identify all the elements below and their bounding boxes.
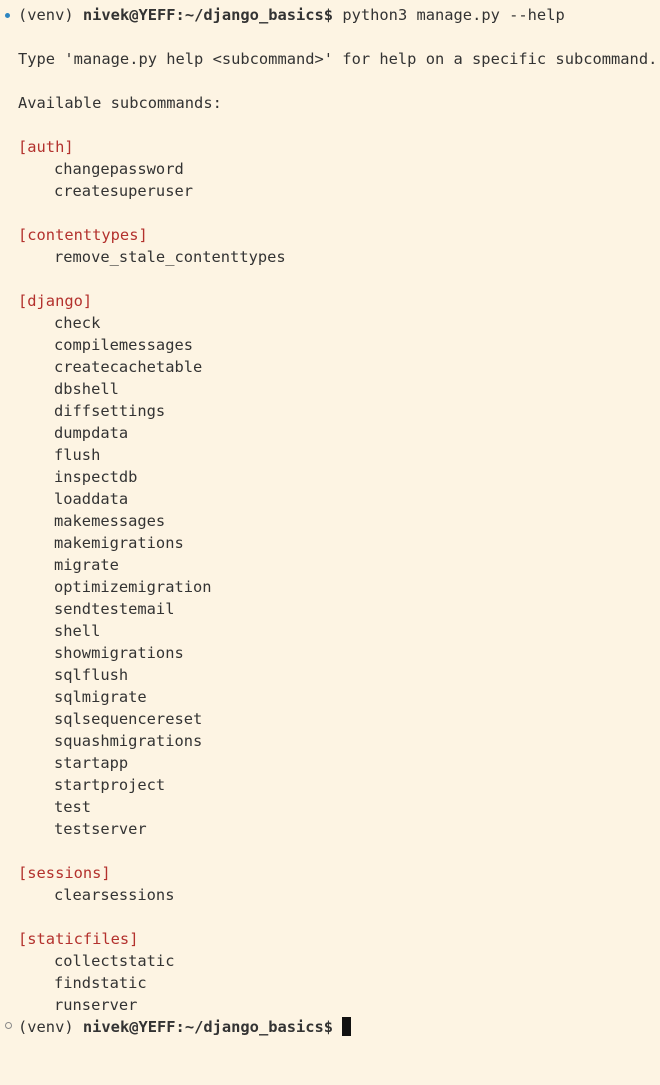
terminal-output[interactable]: (venv) nivek@YEFF:~/django_basics$ pytho… (0, 0, 660, 1085)
subcommand: sqlmigrate (54, 688, 147, 706)
subcommand: remove_stale_contenttypes (54, 248, 286, 266)
venv-label: (venv) (18, 6, 83, 24)
subcommand: migrate (54, 556, 119, 574)
command-line: (venv) nivek@YEFF:~/django_basics$ pytho… (18, 4, 565, 26)
subcommand: dumpdata (54, 424, 129, 442)
command-pending-icon (5, 1022, 12, 1029)
help-text: Type 'manage.py help <subcommand>' for h… (18, 50, 658, 68)
subcommand: test (54, 798, 92, 816)
subcommand: sqlflush (54, 666, 129, 684)
subcommand: sendtestemail (54, 600, 175, 618)
available-label: Available subcommands: (18, 94, 222, 112)
subcommand: runserver (54, 996, 138, 1014)
subcommand: makemigrations (54, 534, 184, 552)
prompt-path: :~/django_basics$ (175, 1018, 343, 1036)
category-auth: [auth] (18, 138, 74, 156)
subcommand: inspectdb (54, 468, 138, 486)
category-staticfiles: [staticfiles] (18, 930, 139, 948)
text-cursor (342, 1017, 352, 1036)
subcommand: clearsessions (54, 886, 175, 904)
subcommand: dbshell (54, 380, 119, 398)
category-contenttypes: [contenttypes] (18, 226, 148, 244)
subcommand: makemessages (54, 512, 166, 530)
subcommand: shell (54, 622, 101, 640)
subcommand: createcachetable (54, 358, 203, 376)
subcommand: loaddata (54, 490, 129, 508)
subcommand: testserver (54, 820, 147, 838)
category-sessions: [sessions] (18, 864, 111, 882)
command-success-icon (5, 13, 10, 18)
user-host: nivek@YEFF (82, 1018, 176, 1036)
subcommand: createsuperuser (54, 182, 193, 200)
user-host: nivek@YEFF (82, 6, 176, 24)
subcommand: diffsettings (54, 402, 166, 420)
subcommand: squashmigrations (54, 732, 203, 750)
venv-label: (venv) (18, 1018, 83, 1036)
current-prompt[interactable]: (venv) nivek@YEFF:~/django_basics$ (18, 1016, 352, 1038)
subcommand: findstatic (54, 974, 147, 992)
subcommand: collectstatic (54, 952, 175, 970)
subcommand: startproject (54, 776, 166, 794)
subcommand: flush (54, 446, 101, 464)
subcommand: check (54, 314, 101, 332)
subcommand: startapp (54, 754, 129, 772)
subcommand: showmigrations (54, 644, 184, 662)
subcommand: changepassword (54, 160, 184, 178)
prompt-path: :~/django_basics$ (175, 6, 343, 24)
subcommand: compilemessages (54, 336, 193, 354)
subcommand: optimizemigration (54, 578, 212, 596)
category-django: [django] (18, 292, 93, 310)
subcommand: sqlsequencereset (54, 710, 203, 728)
command-text: python3 manage.py --help (342, 6, 565, 24)
